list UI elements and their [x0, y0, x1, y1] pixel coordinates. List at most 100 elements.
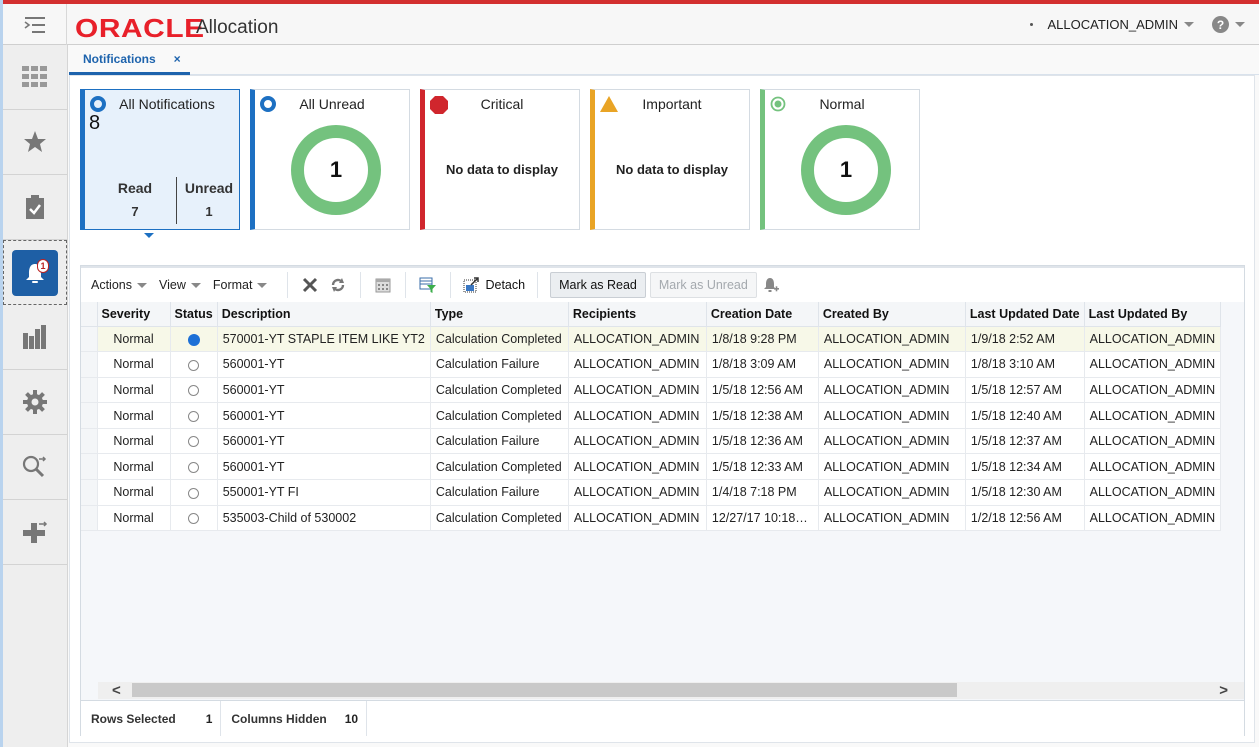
description-link[interactable]: 535003-Child of 530002: [217, 505, 431, 532]
row-header[interactable]: [81, 505, 98, 532]
tile-title: All Notifications: [119, 96, 215, 112]
read-status-icon: [188, 461, 200, 473]
selected-tile-indicator-icon: [144, 233, 154, 238]
actions-menu[interactable]: Actions: [91, 278, 147, 292]
separator-dot: [1030, 23, 1034, 26]
tile-important[interactable]: Important No data to display: [590, 89, 750, 230]
nav-favorites[interactable]: [3, 110, 67, 175]
created-by-cell: ALLOCATION_ADMIN: [818, 351, 966, 378]
description-link[interactable]: 550001-YT FI: [217, 479, 431, 506]
mark-as-read-button[interactable]: Mark as Read: [550, 272, 646, 298]
mark-as-unread-button[interactable]: Mark as Unread: [649, 272, 757, 298]
type-cell: Calculation Completed: [430, 505, 569, 532]
row-header[interactable]: [81, 453, 98, 481]
nav-notifications[interactable]: 1: [3, 240, 67, 305]
detach-button[interactable]: Detach: [463, 277, 525, 293]
divider: [176, 177, 177, 224]
subscribe-notification-button[interactable]: [760, 274, 782, 296]
column-header-recipients[interactable]: Recipients: [568, 302, 707, 327]
calendar-button[interactable]: [372, 274, 394, 296]
row-header[interactable]: [81, 402, 98, 429]
table-row[interactable]: Normal 560001-YT Calculation Failure ALLOCA…: [81, 428, 1222, 455]
navigator-menu-button[interactable]: [3, 4, 67, 45]
table-row[interactable]: Normal 560001-YT Calculation Completed ALLO…: [81, 402, 1222, 429]
user-menu-chevron-icon[interactable]: [1184, 22, 1194, 27]
close-x-icon: [303, 277, 318, 293]
scroll-right-icon[interactable]: >: [1219, 682, 1228, 699]
last-updated-date-cell: 1/5/18 12:30 AM: [965, 479, 1085, 506]
user-menu[interactable]: ALLOCATION_ADMIN: [1047, 17, 1178, 32]
column-header-creation-date[interactable]: Creation Date: [706, 302, 819, 327]
status-cell[interactable]: [170, 505, 218, 532]
severity-cell: Normal: [97, 428, 171, 455]
table-row[interactable]: Normal 560001-YT Calculation Completed ALLO…: [81, 377, 1222, 404]
read-value: 7: [131, 204, 139, 219]
tab-label: Notifications: [83, 51, 156, 66]
column-header-severity[interactable]: Severity: [97, 302, 171, 327]
help-icon[interactable]: ?: [1212, 16, 1229, 33]
column-header-description[interactable]: Description: [217, 302, 431, 327]
table-row[interactable]: Normal 550001-YT FI Calculation Failure ALL…: [81, 479, 1222, 506]
nav-tasklist[interactable]: [3, 175, 67, 240]
description-link[interactable]: 560001-YT: [217, 428, 431, 455]
nav-search[interactable]: [3, 435, 67, 500]
status-cell[interactable]: [170, 402, 218, 429]
tab-close-icon[interactable]: ×: [174, 52, 181, 66]
status-cell[interactable]: [170, 326, 218, 353]
view-menu[interactable]: View: [159, 278, 201, 292]
query-by-example-button[interactable]: [417, 274, 439, 296]
format-menu[interactable]: Format: [213, 278, 268, 292]
creation-date-cell: 1/8/18 9:28 PM: [706, 326, 819, 353]
tile-all-unread[interactable]: All Unread 1: [250, 89, 410, 230]
last-updated-by-cell: ALLOCATION_ADMIN: [1084, 377, 1222, 404]
tab-notifications[interactable]: Notifications ×: [69, 45, 190, 75]
status-cell[interactable]: [170, 453, 218, 481]
table-row[interactable]: Normal 570001-YT STAPLE ITEM LIKE YT2 Calc…: [81, 326, 1222, 353]
row-header[interactable]: [81, 326, 98, 353]
column-header-created-by[interactable]: Created By: [818, 302, 966, 327]
status-cell[interactable]: [170, 428, 218, 455]
severity-cell: Normal: [97, 402, 171, 429]
column-header-last-updated-by[interactable]: Last Updated By: [1084, 302, 1222, 327]
tile-all-notifications[interactable]: All Notifications 8 Read 7 Unread 1: [80, 89, 240, 230]
tile-normal[interactable]: Normal 1: [760, 89, 920, 230]
status-cell[interactable]: [170, 479, 218, 506]
row-header[interactable]: [81, 377, 98, 404]
column-header-type[interactable]: Type: [430, 302, 569, 327]
rows-selected-label: Rows Selected: [91, 711, 176, 726]
table-row[interactable]: Normal 535003-Child of 530002 Calculation …: [81, 505, 1222, 532]
table-row[interactable]: Normal 560001-YT Calculation Failure ALLOCA…: [81, 351, 1222, 378]
help-menu-chevron-icon[interactable]: [1235, 22, 1245, 27]
horizontal-scrollbar[interactable]: < >: [98, 682, 1244, 699]
column-header-last-updated-date[interactable]: Last Updated Date: [965, 302, 1085, 327]
table-header-row: Severity Status Description Type Recipie…: [81, 302, 1222, 327]
scrollbar-thumb[interactable]: [132, 683, 957, 697]
delete-button[interactable]: [299, 274, 321, 296]
row-header[interactable]: [81, 479, 98, 506]
description-link[interactable]: 560001-YT: [217, 351, 431, 378]
status-cell[interactable]: [170, 351, 218, 378]
nav-tasks[interactable]: [3, 45, 67, 110]
nav-settings[interactable]: [3, 370, 67, 435]
table-row[interactable]: Normal 560001-YT Calculation Completed ALLO…: [81, 453, 1222, 481]
status-cell[interactable]: [170, 377, 218, 404]
description-link[interactable]: 560001-YT: [217, 402, 431, 429]
description-link[interactable]: 570001-YT STAPLE ITEM LIKE YT2: [217, 326, 431, 353]
type-cell: Calculation Completed: [430, 453, 569, 481]
row-header[interactable]: [81, 428, 98, 455]
description-link[interactable]: 560001-YT: [217, 377, 431, 404]
columns-hidden-value[interactable]: 10: [345, 712, 358, 726]
recipients-cell: ALLOCATION_ADMIN: [568, 326, 707, 353]
last-updated-by-cell: ALLOCATION_ADMIN: [1084, 402, 1222, 429]
recipients-cell: ALLOCATION_ADMIN: [568, 479, 707, 506]
description-link[interactable]: 560001-YT: [217, 453, 431, 481]
refresh-button[interactable]: [327, 274, 349, 296]
nav-reports[interactable]: [3, 305, 67, 370]
type-cell: Calculation Completed: [430, 402, 569, 429]
nav-create[interactable]: [3, 500, 67, 565]
row-header[interactable]: [81, 351, 98, 378]
scroll-left-icon[interactable]: <: [112, 682, 121, 699]
tile-critical[interactable]: Critical No data to display: [420, 89, 580, 230]
type-cell: Calculation Failure: [430, 479, 569, 506]
column-header-status[interactable]: Status: [170, 302, 218, 327]
